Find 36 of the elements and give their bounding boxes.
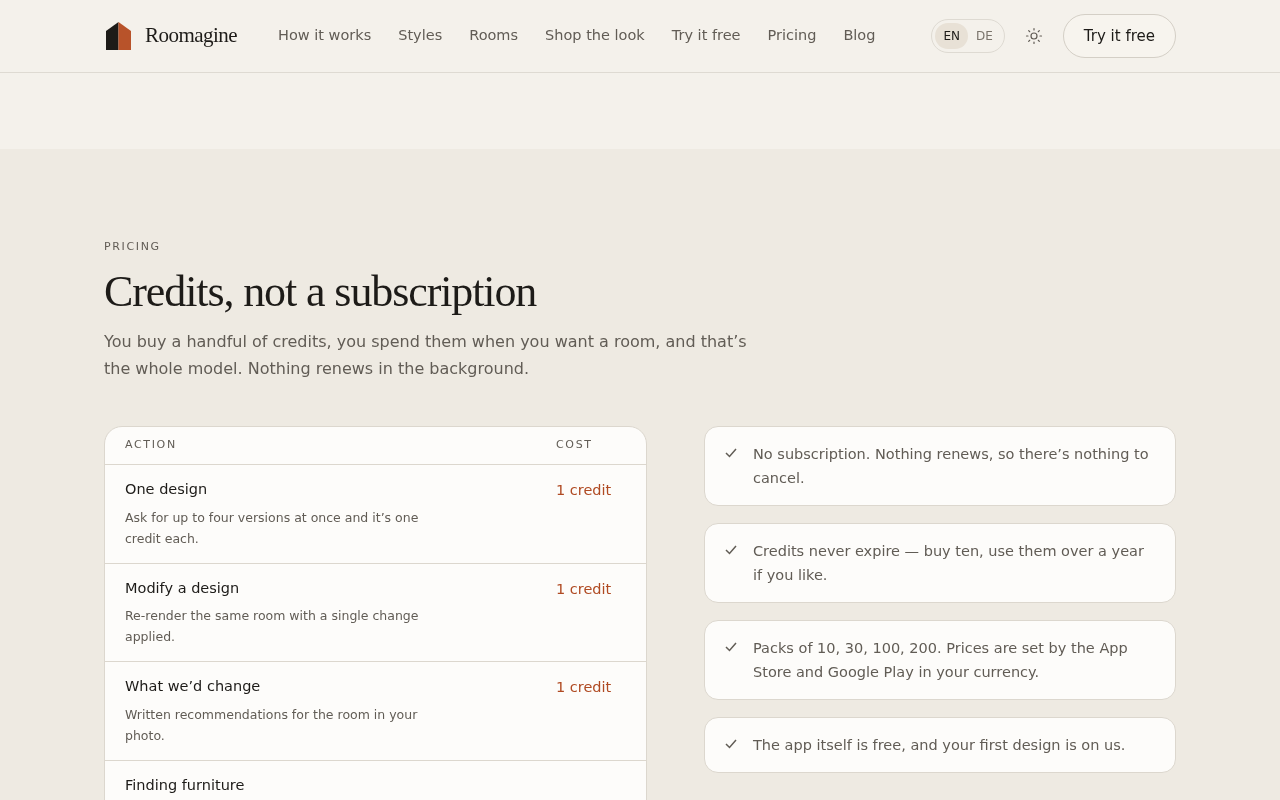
fact-text: The app itself is free, and your first design is on us. xyxy=(753,735,1126,755)
fact-text: Credits never expire — buy ten, use them over a year if you like. xyxy=(753,541,1145,585)
house-logo-icon xyxy=(104,21,133,51)
nav-link[interactable]: Try it free xyxy=(671,25,741,47)
action-cost: 1 credit xyxy=(556,678,613,698)
action-title: Modify a design xyxy=(125,578,240,598)
action-description: Written recommendations for the room in your photo. xyxy=(125,706,419,746)
language-option[interactable]: DE xyxy=(968,23,1001,49)
action-cost: 1 credit xyxy=(556,480,613,500)
nav-link[interactable]: Styles xyxy=(398,25,443,47)
check-icon xyxy=(725,544,737,555)
nav-link[interactable]: Rooms xyxy=(469,25,519,47)
column-header: COST xyxy=(556,437,594,454)
fact-text: Packs of 10, 30, 100, 200. Prices are set by the App Store and Google Play in your currency. xyxy=(753,638,1129,682)
brand-name: Roomagine xyxy=(145,22,238,50)
action-title: One design xyxy=(125,479,208,499)
sun-icon[interactable] xyxy=(1024,27,1043,45)
language-option[interactable]: EN xyxy=(935,23,968,49)
section-title: Credits, not a subscription xyxy=(104,267,537,316)
column-header: ACTION xyxy=(125,437,178,454)
check-icon xyxy=(725,447,737,458)
try-free-button[interactable]: Try it free xyxy=(1062,14,1176,58)
action-cost: 1 credit xyxy=(556,579,613,599)
check-icon xyxy=(725,641,737,652)
action-description: Re-render the same room with a single change applied. xyxy=(125,607,420,647)
section-eyebrow: PRICING xyxy=(104,239,162,255)
action-title: Finding furniture xyxy=(125,776,245,796)
fact-text: No subscription. Nothing renews, so there’s nothing to cancel. xyxy=(753,444,1150,488)
nav-link[interactable]: Shop the look xyxy=(545,25,645,47)
action-description: Ask for up to four versions at once and it’s one credit each. xyxy=(125,508,420,548)
nav-link[interactable]: Pricing xyxy=(767,25,817,47)
nav-link[interactable]: How it works xyxy=(278,25,372,47)
section-lead: You buy a handful of credits, you spend them when you want a room, and that’s the whole model. Nothing renews in the background. xyxy=(104,330,748,380)
check-icon xyxy=(725,738,737,749)
action-title: What we’d change xyxy=(125,677,261,697)
nav-link[interactable]: Blog xyxy=(843,25,876,47)
